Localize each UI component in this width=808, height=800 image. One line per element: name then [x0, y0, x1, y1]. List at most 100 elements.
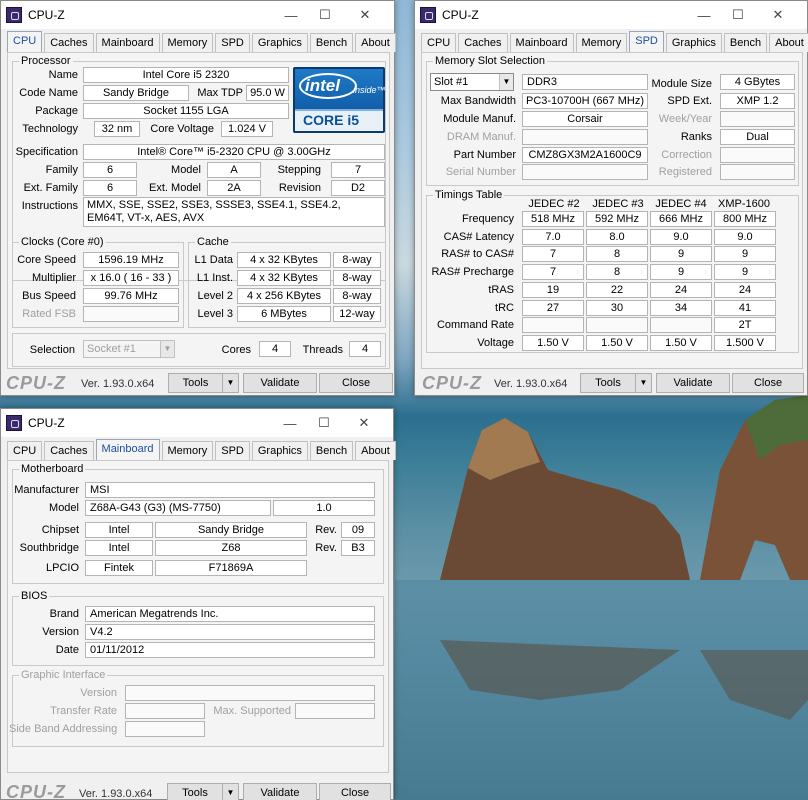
tools-button[interactable]: Tools [168, 373, 223, 393]
threads-value: 4 [349, 341, 381, 357]
close-window-button[interactable]: ✕ [761, 1, 795, 29]
timing-cell: 1.50 V [522, 334, 584, 351]
footer-bar: CPU-Z Ver. 1.93.0.x64 Tools ▼ Validate C… [414, 372, 808, 396]
tab-memory[interactable]: Memory [161, 33, 214, 52]
graphic-version-value [125, 685, 375, 701]
slot-select[interactable]: Slot #1 ▼ [430, 73, 514, 91]
tab-caches[interactable]: Caches [44, 441, 94, 460]
close-button[interactable]: Close [319, 373, 393, 393]
timing-cell: 9 [714, 264, 776, 281]
maximize-button[interactable]: ☐ [307, 409, 341, 437]
maximize-button[interactable]: ☐ [721, 1, 755, 29]
tab-mainboard[interactable]: Mainboard [95, 439, 160, 460]
bios-date-label: Date [55, 644, 79, 656]
validate-button[interactable]: Validate [656, 373, 730, 393]
revision-label: Revision [278, 182, 321, 194]
close-window-button[interactable]: ✕ [348, 1, 382, 29]
title-bar[interactable]: CPU-Z — ☐ ✕ [1, 409, 393, 437]
registered-label: Registered [658, 166, 712, 178]
tab-memory[interactable]: Memory [575, 33, 628, 52]
tab-bench[interactable]: Bench [723, 33, 768, 52]
validate-button[interactable]: Validate [243, 373, 317, 393]
tab-caches[interactable]: Caches [458, 33, 508, 52]
tab-about[interactable]: About [355, 441, 396, 460]
maximize-button[interactable]: ☐ [308, 1, 342, 29]
tab-cpu[interactable]: CPU [7, 441, 43, 460]
timing-cell: 592 MHz [586, 211, 648, 227]
window-title: CPU-Z [28, 416, 65, 430]
timing-cell: 2T [714, 317, 776, 334]
tab-mainboard[interactable]: Mainboard [509, 33, 574, 52]
close-button[interactable]: Close [319, 783, 391, 800]
southbridge-rev-label: Rev. [315, 542, 337, 554]
extmodel-label: Ext. Model [149, 182, 201, 194]
timing-cell: 8 [586, 246, 648, 263]
timing-cell: 7 [522, 246, 584, 263]
tab-spd[interactable]: SPD [629, 31, 664, 52]
tab-mainboard[interactable]: Mainboard [95, 33, 160, 52]
tab-cpu[interactable]: CPU [421, 33, 457, 52]
title-bar[interactable]: CPU-Z — ☐ ✕ [415, 1, 807, 29]
timing-cell [586, 317, 648, 334]
tab-bench[interactable]: Bench [309, 33, 354, 52]
tab-spd[interactable]: SPD [215, 441, 250, 460]
socket-select[interactable]: Socket #1 ▼ [83, 340, 175, 358]
timing-row-label: Voltage [477, 336, 514, 349]
max-supported-label: Max. Supported [213, 705, 291, 717]
close-button[interactable]: Close [732, 373, 804, 393]
technology-label: Technology [22, 123, 78, 135]
extfamily-value: 6 [83, 180, 137, 196]
transfer-rate-value [125, 703, 205, 719]
minimize-button[interactable]: — [273, 409, 307, 437]
timing-cell: 24 [650, 281, 712, 298]
timing-col-header: XMP-1600 [718, 198, 770, 210]
title-bar[interactable]: CPU-Z — ☐ ✕ [1, 1, 394, 29]
tab-about[interactable]: About [769, 33, 808, 52]
window-title: CPU-Z [28, 8, 65, 22]
tools-button[interactable]: Tools [580, 373, 636, 393]
tab-graphics[interactable]: Graphics [251, 441, 308, 460]
timing-row-label: Frequency [462, 213, 514, 225]
minimize-button[interactable]: — [687, 1, 721, 29]
lpcio-value: F71869A [155, 560, 307, 576]
tools-dropdown-button[interactable]: ▼ [635, 373, 652, 393]
tab-about[interactable]: About [355, 33, 396, 52]
tools-dropdown-button[interactable]: ▼ [222, 783, 239, 800]
tab-bar: CPU Caches Mainboard Memory SPD Graphics… [7, 31, 398, 53]
ratedfsb-value [83, 306, 179, 322]
tab-cpu[interactable]: CPU [7, 31, 43, 52]
chevron-down-icon: ▼ [160, 341, 174, 357]
maxbandwidth-label: Max Bandwidth [440, 95, 516, 107]
timing-cell: 19 [522, 281, 584, 298]
dramm-label: DRAM Manuf. [446, 131, 516, 143]
spdext-value: XMP 1.2 [720, 93, 795, 109]
tab-bench[interactable]: Bench [309, 441, 354, 460]
correction-value [720, 147, 795, 163]
bios-brand-value: American Megatrends Inc. [85, 606, 375, 622]
timing-cell: 1.500 V [714, 334, 776, 351]
validate-button[interactable]: Validate [243, 783, 317, 800]
timing-cell: 9 [650, 264, 712, 281]
tools-button[interactable]: Tools [167, 783, 223, 800]
ranks-value: Dual [720, 129, 795, 145]
tab-graphics[interactable]: Graphics [251, 33, 308, 52]
revision-value: D2 [331, 180, 385, 196]
transfer-rate-label: Transfer Rate [50, 705, 117, 717]
modulesize-label: Module Size [651, 78, 712, 90]
model-revision-value: 1.0 [273, 500, 375, 516]
timing-col-header: JEDEC #3 [592, 198, 644, 210]
tab-graphics[interactable]: Graphics [665, 33, 722, 52]
maxbandwidth-value: PC3-10700H (667 MHz) [522, 93, 648, 109]
close-window-button[interactable]: ✕ [347, 409, 381, 437]
chipset-rev-value: 09 [341, 522, 375, 538]
tab-memory[interactable]: Memory [161, 441, 214, 460]
minimize-button[interactable]: — [274, 1, 308, 29]
tab-spd[interactable]: SPD [215, 33, 250, 52]
tools-dropdown-button[interactable]: ▼ [222, 373, 239, 393]
group-title: Clocks (Core #0) [19, 236, 106, 248]
cpuz-window-cpu: CPU-Z — ☐ ✕ CPU Caches Mainboard Memory … [0, 0, 398, 396]
multiplier-label: Multiplier [31, 272, 76, 284]
timing-cell: 9.0 [714, 228, 776, 245]
tab-bar: CPU Caches Mainboard Memory SPD Graphics… [421, 31, 808, 53]
tab-caches[interactable]: Caches [44, 33, 94, 52]
